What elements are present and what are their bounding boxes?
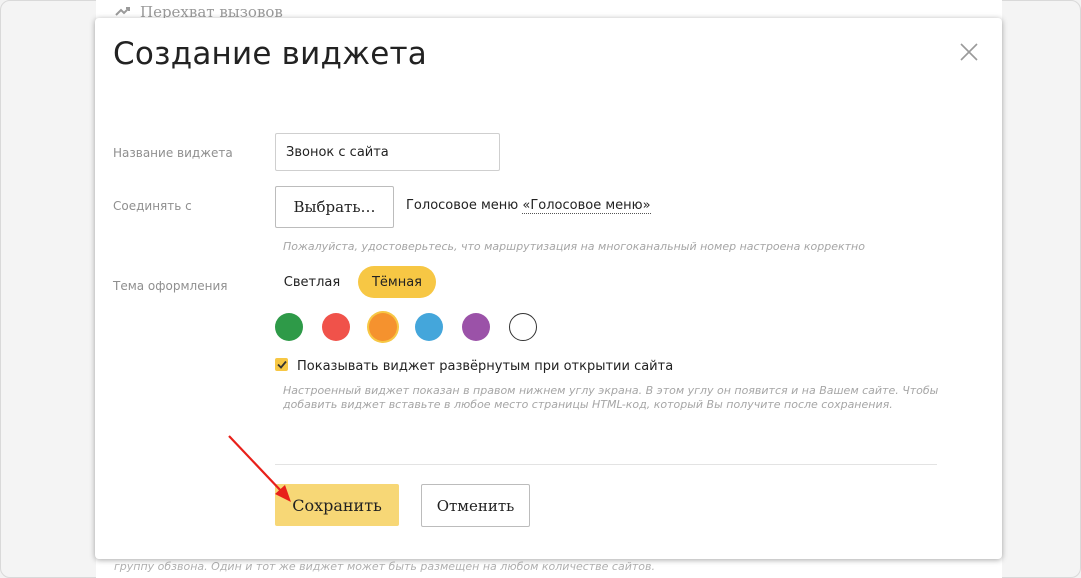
background-footer-text: группу обзвона. Один и тот же виджет мож… — [114, 560, 655, 573]
color-swatch-orange[interactable] — [369, 313, 397, 341]
widget-name-input[interactable] — [275, 133, 500, 171]
connect-target-prefix: Голосовое меню — [406, 198, 519, 213]
theme-label: Тема оформления — [113, 279, 228, 293]
checkmark-icon — [276, 360, 287, 369]
cancel-button[interactable]: Отменить — [421, 484, 530, 527]
connect-label: Соединять с — [113, 199, 192, 213]
theme-light-option[interactable]: Светлая — [281, 266, 343, 298]
actions-divider — [275, 464, 937, 465]
call-pickup-icon — [115, 7, 130, 16]
color-swatch-purple[interactable] — [462, 313, 490, 341]
theme-dark-option[interactable]: Тёмная — [358, 266, 436, 298]
voice-menu-link[interactable]: «Голосовое меню» — [522, 198, 651, 214]
routing-hint: Пожалуйста, удостоверьтесь, что маршрути… — [283, 240, 865, 253]
close-icon[interactable] — [957, 40, 981, 64]
expanded-checkbox-label: Показывать виджет развёрнутым при открыт… — [297, 359, 674, 374]
color-swatch-green[interactable] — [275, 313, 303, 341]
widget-name-label: Название виджета — [113, 146, 233, 160]
select-target-button[interactable]: Выбрать… — [275, 186, 394, 228]
save-button[interactable]: Сохранить — [275, 484, 399, 526]
expanded-checkbox[interactable] — [275, 358, 288, 371]
color-swatch-red[interactable] — [322, 313, 350, 341]
dialog-title: Создание виджета — [113, 36, 427, 72]
background-header-text: Перехват вызовов — [140, 5, 283, 19]
color-swatch-blue[interactable] — [415, 313, 443, 341]
color-swatch-white[interactable] — [509, 313, 537, 341]
connect-target: Голосовое меню «Голосовое меню» — [406, 198, 651, 214]
expanded-hint-line-2: добавить виджет вставьте в любое место с… — [283, 398, 893, 411]
expanded-hint-line-1: Настроенный виджет показан в правом нижн… — [283, 384, 939, 397]
background-header: Перехват вызовов — [114, 5, 283, 19]
create-widget-dialog: Создание виджета Название виджета Соедин… — [95, 18, 1002, 559]
